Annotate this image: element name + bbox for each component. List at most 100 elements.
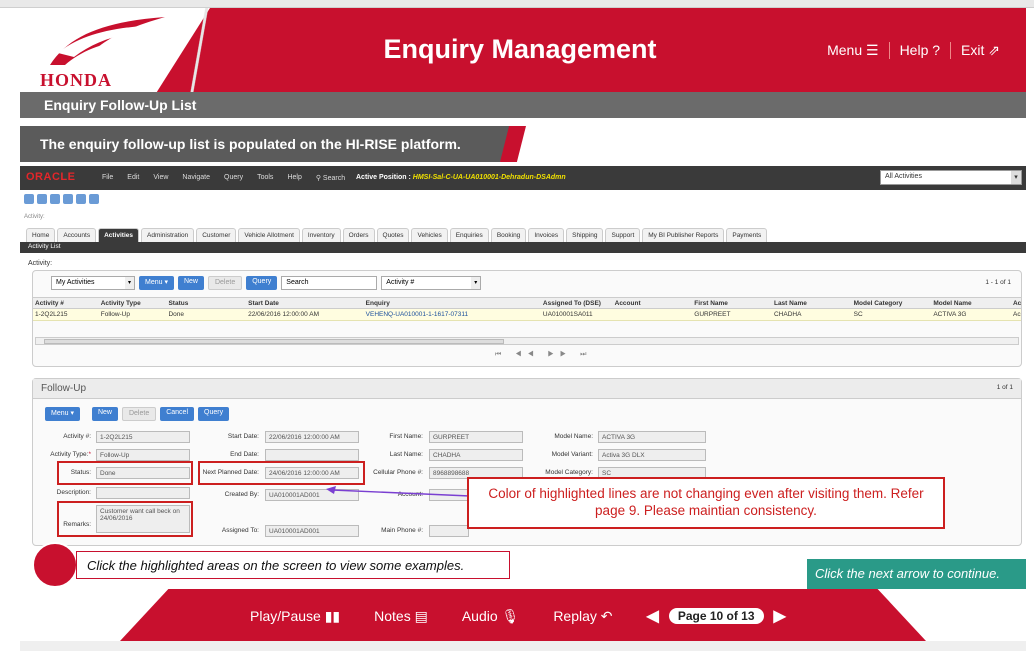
record-nav[interactable]: ⏮ ◀◀ ▶▶ ⏭ (495, 351, 592, 359)
tab-accounts[interactable]: Accounts (57, 228, 97, 243)
model-name-field[interactable]: ACTIVA 3G (598, 431, 706, 443)
column-header[interactable]: Model Name (931, 300, 1011, 307)
oracle-menu-items: File Edit View Navigate Query Tools Help ⚲ Sear… (102, 174, 345, 182)
table-cell: ACTIVA 3G (933, 311, 967, 318)
exit-button[interactable]: Exit ⇗ (950, 42, 1010, 59)
all-activities-label: All Activities (885, 173, 922, 180)
field-label: Activity # (386, 279, 415, 286)
oracle-menu-item[interactable]: Help (287, 174, 301, 182)
all-activities-select[interactable]: All Activities ▾ (880, 170, 1022, 185)
tab-vehicle-allotment[interactable]: Vehicle Allotment (238, 228, 300, 243)
notes-button[interactable]: Notes ▤ (374, 608, 428, 625)
model-variant-field[interactable]: Activa 3G DLX (598, 449, 706, 461)
activity-list-panel: My Activities ▾ Menu ▾ New Delete Query S… (32, 270, 1022, 367)
tab-vehicles[interactable]: Vehicles (411, 228, 448, 243)
first-name-field[interactable]: GURPREET (429, 431, 523, 443)
column-header[interactable]: Status (166, 300, 246, 307)
play-pause-button[interactable]: Play/Pause ▮▮ (250, 608, 340, 625)
search-icon[interactable] (37, 194, 47, 204)
delete-button[interactable]: Delete (207, 276, 243, 290)
field-select[interactable]: Activity # ▾ (381, 276, 482, 290)
last-name-label: Last Name: (389, 451, 423, 458)
oracle-menu-item[interactable]: File (102, 174, 113, 182)
end-date-field[interactable] (265, 449, 359, 461)
tab-my-bi-publisher-reports[interactable]: My BI Publisher Reports (642, 228, 725, 243)
query-button[interactable]: Query (198, 407, 230, 421)
oracle-menu-item[interactable]: Query (224, 174, 243, 182)
column-header[interactable]: Assigned To (DSE) (541, 300, 613, 307)
column-header[interactable]: First Name (692, 300, 772, 307)
column-header[interactable]: Start Date (246, 300, 364, 307)
cancel-button[interactable]: Cancel (160, 407, 195, 421)
activity-list-bar[interactable]: Activity List (20, 242, 1026, 253)
screen-tabs: Home Accounts Activities Administration Cust… (26, 228, 768, 243)
remarks-highlight[interactable] (57, 501, 193, 537)
column-header[interactable]: Activity # (33, 300, 99, 307)
tab-invoices[interactable]: Invoices (528, 228, 565, 243)
table-row[interactable]: 1-2Q2L215 Follow-Up Done 22/06/2016 12:00:0… (33, 309, 1021, 321)
description-label: Description: (56, 489, 91, 496)
query-button[interactable]: Query (246, 276, 278, 290)
tab-home[interactable]: Home (26, 228, 56, 243)
status-highlight[interactable] (57, 461, 193, 485)
previous-arrow-icon[interactable]: ◀ (647, 606, 659, 626)
column-header[interactable]: Account (613, 300, 693, 307)
start-date-field[interactable]: 22/06/2016 12:00:00 AM (265, 431, 359, 443)
oracle-menu-item[interactable]: View (153, 174, 168, 182)
activity-grid: Activity # Activity Type Status Start Date E… (33, 297, 1021, 321)
new-button[interactable]: New (91, 407, 118, 421)
description-field[interactable] (96, 487, 190, 499)
tab-payments[interactable]: Payments (726, 228, 768, 243)
tab-enquiries[interactable]: Enquiries (449, 228, 489, 243)
replay-button[interactable]: Replay ↶ (553, 608, 612, 625)
oracle-menu-item[interactable]: Edit (127, 174, 139, 182)
activity-type-label: Activity Type:* (50, 451, 91, 458)
horizontal-scrollbar[interactable] (35, 337, 1019, 345)
view-select[interactable]: My Activities ▾ (51, 276, 135, 290)
column-header[interactable]: Enquiry (364, 300, 541, 307)
print-icon[interactable] (76, 194, 86, 204)
column-header[interactable]: Model Category (852, 300, 932, 307)
tab-orders[interactable]: Orders (342, 228, 375, 243)
assigned-to-field[interactable]: UA010001AD001 (265, 525, 359, 537)
oracle-menu-item[interactable]: ⚲ Search (316, 174, 345, 182)
table-cell[interactable]: VEHENQ-UA010001-1-1617-07311 (364, 311, 541, 318)
report-icon[interactable] (63, 194, 73, 204)
next-arrow-icon[interactable]: ▶ (774, 606, 786, 626)
oracle-menu-item[interactable]: Navigate (182, 174, 210, 182)
help-button[interactable]: Help ? (888, 42, 950, 59)
new-button[interactable]: New (177, 276, 204, 290)
tab-inventory[interactable]: Inventory (301, 228, 341, 243)
menu-button[interactable]: Menu ☰ (817, 42, 888, 59)
menu-button[interactable]: Menu ▾ (45, 407, 80, 421)
scroll-thumb[interactable] (44, 339, 504, 344)
audio-button[interactable]: Audio 🎙 (462, 608, 519, 625)
main-phone-field[interactable] (429, 525, 469, 537)
tab-quotes[interactable]: Quotes (376, 228, 410, 243)
activity-type-field[interactable]: Follow-Up (96, 449, 190, 461)
globe-icon[interactable] (50, 194, 60, 204)
search-input[interactable]: Search (281, 276, 378, 290)
column-header[interactable]: Last Name (772, 300, 852, 307)
activity-no-field[interactable]: 1-2Q2L215 (96, 431, 190, 443)
chart-icon[interactable] (89, 194, 99, 204)
last-name-field[interactable]: CHADHA (429, 449, 523, 461)
table-cell: 22/06/2016 12:00:00 AM (248, 311, 319, 318)
tab-support[interactable]: Support (605, 228, 641, 243)
search-icon[interactable] (24, 194, 34, 204)
menu-button[interactable]: Menu ▾ (139, 276, 174, 290)
tab-activities[interactable]: Activities (98, 228, 139, 243)
player-controls: Play/Pause ▮▮ Notes ▤ Audio 🎙 Replay ↶ ◀… (250, 606, 786, 626)
column-header[interactable]: Activity Type (99, 300, 167, 307)
review-comment-callout: Color of highlighted lines are not chang… (467, 477, 945, 529)
column-header[interactable]: Ac (1011, 300, 1021, 307)
next-planned-highlight[interactable] (198, 461, 365, 485)
delete-button[interactable]: Delete (121, 407, 157, 421)
tab-administration[interactable]: Administration (141, 228, 195, 243)
tab-shipping[interactable]: Shipping (566, 228, 604, 243)
tab-customer[interactable]: Customer (196, 228, 237, 243)
table-cell: CHADHA (773, 311, 802, 318)
oracle-menu-item[interactable]: Tools (257, 174, 273, 182)
tab-booking[interactable]: Booking (490, 228, 527, 243)
first-name-label: First Name: (389, 433, 423, 440)
